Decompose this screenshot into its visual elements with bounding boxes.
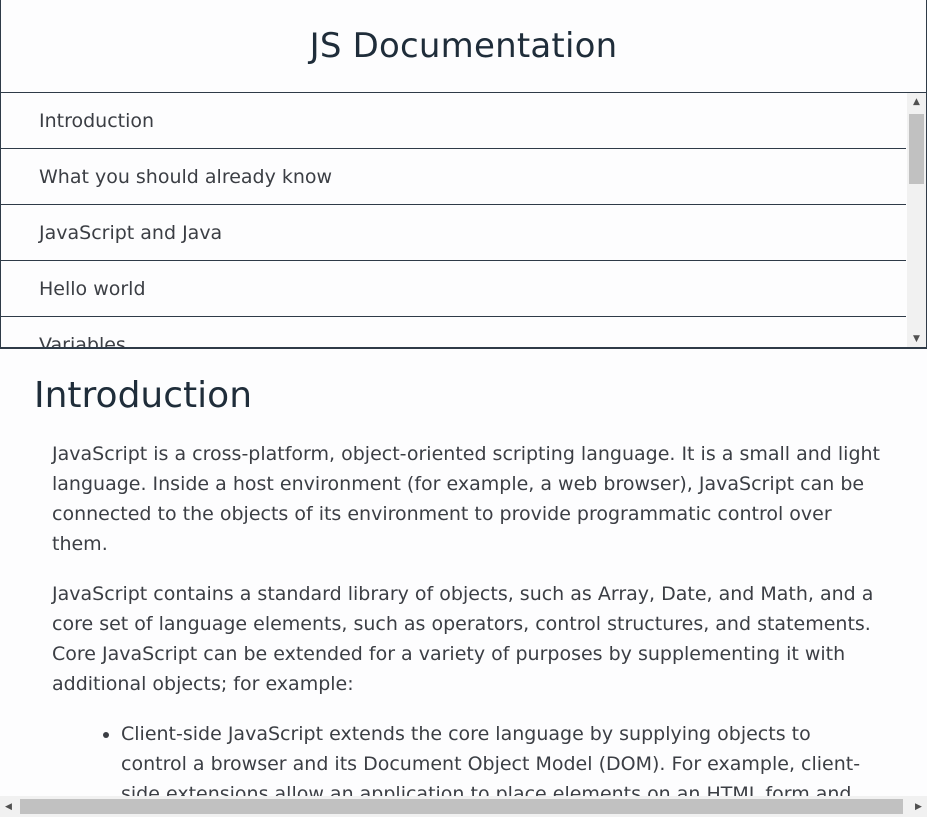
page: JS Documentation Introduction What you s… (0, 0, 927, 817)
page-scroll-thumb[interactable] (20, 799, 903, 814)
page-horizontal-scrollbar[interactable]: ◀ ▶ (0, 796, 927, 817)
section-body: JavaScript is a cross-platform, object-o… (52, 439, 882, 796)
nav-link-variables[interactable]: Variables (1, 317, 906, 348)
scroll-right-icon[interactable]: ▶ (910, 796, 927, 817)
paragraph: JavaScript contains a standard library o… (52, 583, 874, 695)
scroll-down-icon[interactable]: ▼ (907, 330, 926, 347)
section-title: Introduction (34, 375, 253, 416)
nav-scroll-thumb[interactable] (909, 114, 924, 184)
page-title: JS Documentation (309, 26, 618, 66)
page-header: JS Documentation (0, 0, 927, 93)
bullet-list: Client-side JavaScript extends the core … (52, 719, 882, 796)
main-doc: Introduction JavaScript is a cross-platf… (0, 351, 927, 796)
nav-link-javascript-and-java[interactable]: JavaScript and Java (1, 205, 906, 261)
nav-bar: Introduction What you should already kno… (0, 93, 927, 349)
list-item: Client-side JavaScript extends the core … (121, 719, 882, 796)
nav-vertical-scrollbar[interactable]: ▲ ▼ (907, 93, 926, 347)
nav-link-what-you-should-already-know[interactable]: What you should already know (1, 149, 906, 205)
scroll-left-icon[interactable]: ◀ (0, 796, 17, 817)
paragraph: JavaScript is a cross-platform, object-o… (52, 443, 880, 555)
nav-link-hello-world[interactable]: Hello world (1, 261, 906, 317)
scroll-up-icon[interactable]: ▲ (907, 93, 926, 110)
nav-link-introduction[interactable]: Introduction (1, 93, 906, 149)
nav-list: Introduction What you should already kno… (1, 93, 906, 348)
